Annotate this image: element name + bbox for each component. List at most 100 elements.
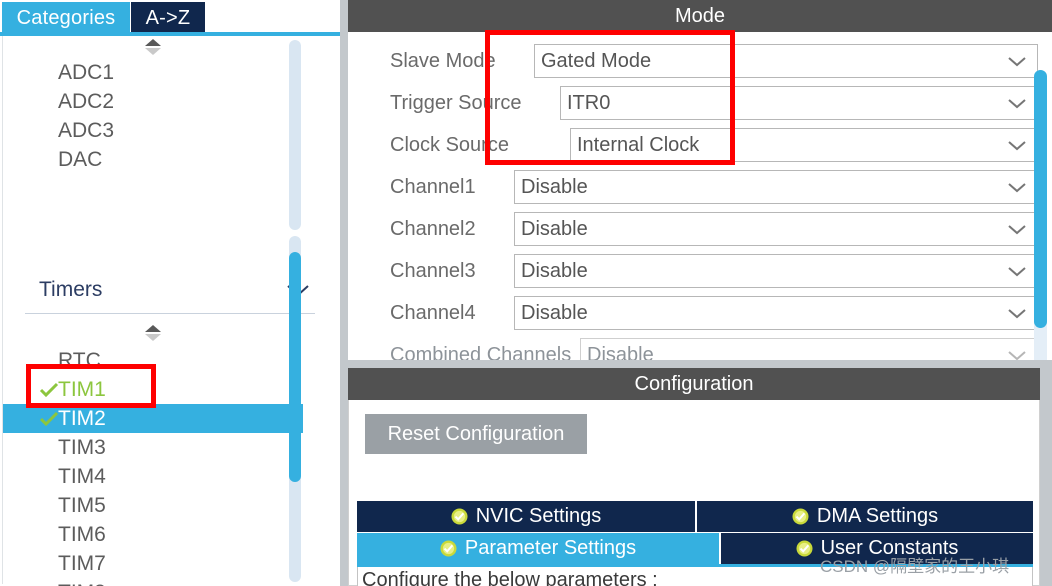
list-item[interactable]: ADC3 [3, 116, 303, 145]
list-item-tim8[interactable]: TIM8 [3, 578, 303, 586]
peripheral-list-timers: RTC TIM1 TIM2 TIM3 TIM4 TIM5 TIM6 TIM7 [3, 320, 303, 586]
dropdown-channel3-value: Disable [521, 260, 588, 282]
label-channel3: Channel3 [390, 260, 476, 282]
scrollbar-thumb-timers[interactable] [289, 252, 301, 482]
list-item-tim7[interactable]: TIM7 [3, 549, 303, 578]
list-item-label: RTC [58, 349, 101, 372]
check-circle-icon [451, 508, 468, 525]
panel-configuration-title: Configuration [348, 368, 1040, 400]
list-item-tim1[interactable]: TIM1 [3, 375, 303, 404]
dropdown-trigger-source[interactable]: ITR0 [560, 86, 1038, 120]
chevron-down-icon [1007, 139, 1027, 157]
label-combined-channels: Combined Channels [390, 344, 572, 360]
dropdown-channel3[interactable]: Disable [514, 254, 1038, 288]
form-row-trigger-source: Trigger Source ITR0 [390, 86, 1038, 120]
spinner-up-down-icon[interactable] [145, 38, 161, 56]
panel-mode-title: Mode [348, 0, 1052, 32]
tab-parameter-settings[interactable]: Parameter Settings [357, 533, 719, 564]
dropdown-channel4-value: Disable [521, 302, 588, 324]
tab-a-to-z[interactable]: A->Z [131, 2, 205, 34]
list-item-label: TIM4 [58, 465, 106, 488]
form-row-channel1: Channel1 Disable [390, 170, 1038, 204]
chevron-down-icon [1007, 97, 1027, 115]
chevron-down-icon [1007, 349, 1027, 360]
chevron-down-icon [1007, 307, 1027, 325]
panel-mode: Mode Slave Mode Gated Mode Trigger Sourc… [348, 0, 1052, 360]
dropdown-combined-channels[interactable]: Disable [580, 338, 1038, 360]
spinner-up-down-icon[interactable] [145, 324, 161, 342]
component-sidebar: Categories A->Z ADC1 ADC2 ADC3 DAC Timer… [0, 0, 340, 586]
watermark: CSDN @隔壁家的王小琪 [820, 557, 1010, 576]
tab-nvic-settings-label: NVIC Settings [475, 505, 602, 527]
list-item-tim4[interactable]: TIM4 [3, 462, 303, 491]
dropdown-channel2-value: Disable [521, 218, 588, 240]
category-header-timers[interactable]: Timers [25, 274, 315, 314]
label-channel4: Channel4 [390, 302, 476, 324]
scrollbar-track-top[interactable] [289, 40, 301, 230]
peripheral-list-top-items: ADC1 ADC2 ADC3 DAC [3, 58, 303, 174]
list-item-label: TIM6 [58, 523, 106, 546]
list-item-label: ADC2 [58, 90, 115, 113]
list-item-label: TIM7 [58, 552, 106, 575]
dropdown-channel2[interactable]: Disable [514, 212, 1038, 246]
label-clock-source: Clock Source [390, 134, 509, 156]
chevron-down-icon [1007, 265, 1027, 283]
list-item-rtc[interactable]: RTC [3, 346, 303, 375]
sidebar-tabstrip: Categories A->Z [0, 0, 340, 36]
list-item-label: TIM3 [58, 436, 106, 459]
tab-categories[interactable]: Categories [2, 2, 130, 34]
check-circle-icon [792, 508, 809, 525]
list-item[interactable]: ADC1 [3, 58, 303, 87]
chevron-down-icon [1007, 181, 1027, 199]
chevron-down-icon [1007, 223, 1027, 241]
component-right-pane: Mode Slave Mode Gated Mode Trigger Sourc… [340, 0, 1052, 586]
label-channel1: Channel1 [390, 176, 476, 198]
dropdown-clock-source-value: Internal Clock [577, 134, 700, 156]
check-icon [39, 375, 59, 404]
dropdown-clock-source[interactable]: Internal Clock [570, 128, 1038, 162]
form-row-channel4: Channel4 Disable [390, 296, 1038, 330]
tab-a-to-z-label: A->Z [145, 6, 191, 29]
dropdown-trigger-source-value: ITR0 [567, 92, 611, 114]
chevron-down-icon [1007, 55, 1027, 73]
scrollbar-thumb-mode[interactable] [1034, 70, 1047, 328]
peripheral-list-timers-items: RTC TIM1 TIM2 TIM3 TIM4 TIM5 TIM6 TIM7 [3, 346, 303, 586]
list-item-label: TIM5 [58, 494, 106, 517]
list-item-label: TIM2 [58, 407, 106, 430]
dropdown-channel1-value: Disable [521, 176, 588, 198]
tab-dma-settings[interactable]: DMA Settings [697, 501, 1033, 532]
list-item[interactable]: DAC [3, 145, 303, 174]
reset-configuration-button[interactable]: Reset Configuration [365, 414, 587, 454]
list-item-label: ADC3 [58, 119, 115, 142]
list-item-tim3[interactable]: TIM3 [3, 433, 303, 462]
list-item-tim6[interactable]: TIM6 [3, 520, 303, 549]
check-icon [39, 404, 59, 433]
list-item-label: TIM1 [58, 378, 106, 401]
form-row-channel3: Channel3 Disable [390, 254, 1038, 288]
list-item[interactable]: ADC2 [3, 87, 303, 116]
list-item-tim5[interactable]: TIM5 [3, 491, 303, 520]
list-item-tim2[interactable]: TIM2 [3, 404, 303, 433]
dropdown-channel1[interactable]: Disable [514, 170, 1038, 204]
label-trigger-source: Trigger Source [390, 92, 522, 114]
dropdown-channel4[interactable]: Disable [514, 296, 1038, 330]
panel-mode-body: Slave Mode Gated Mode Trigger Source ITR… [348, 32, 1052, 360]
form-row-slave-mode: Slave Mode Gated Mode [390, 44, 1038, 78]
check-circle-icon [440, 540, 457, 557]
app-window: Categories A->Z ADC1 ADC2 ADC3 DAC Timer… [0, 0, 1052, 586]
dropdown-slave-mode[interactable]: Gated Mode [534, 44, 1038, 78]
list-item-label: ADC1 [58, 61, 115, 84]
peripheral-list-top: ADC1 ADC2 ADC3 DAC [3, 36, 303, 232]
category-header-timers-label: Timers [39, 278, 103, 301]
form-row-channel2: Channel2 Disable [390, 212, 1038, 246]
form-row-combined-channels: Combined Channels Disable [390, 338, 1038, 360]
list-item-label: DAC [58, 148, 103, 171]
list-item-label: TIM8 [58, 581, 106, 586]
form-row-clock-source: Clock Source Internal Clock [390, 128, 1038, 162]
label-slave-mode: Slave Mode [390, 50, 496, 72]
sidebar-body: ADC1 ADC2 ADC3 DAC Timers RTC TIM1 TIM2 … [2, 36, 338, 586]
label-channel2: Channel2 [390, 218, 476, 240]
tab-nvic-settings[interactable]: NVIC Settings [357, 501, 695, 532]
dropdown-slave-mode-value: Gated Mode [541, 50, 652, 72]
tab-parameter-settings-label: Parameter Settings [464, 537, 637, 559]
